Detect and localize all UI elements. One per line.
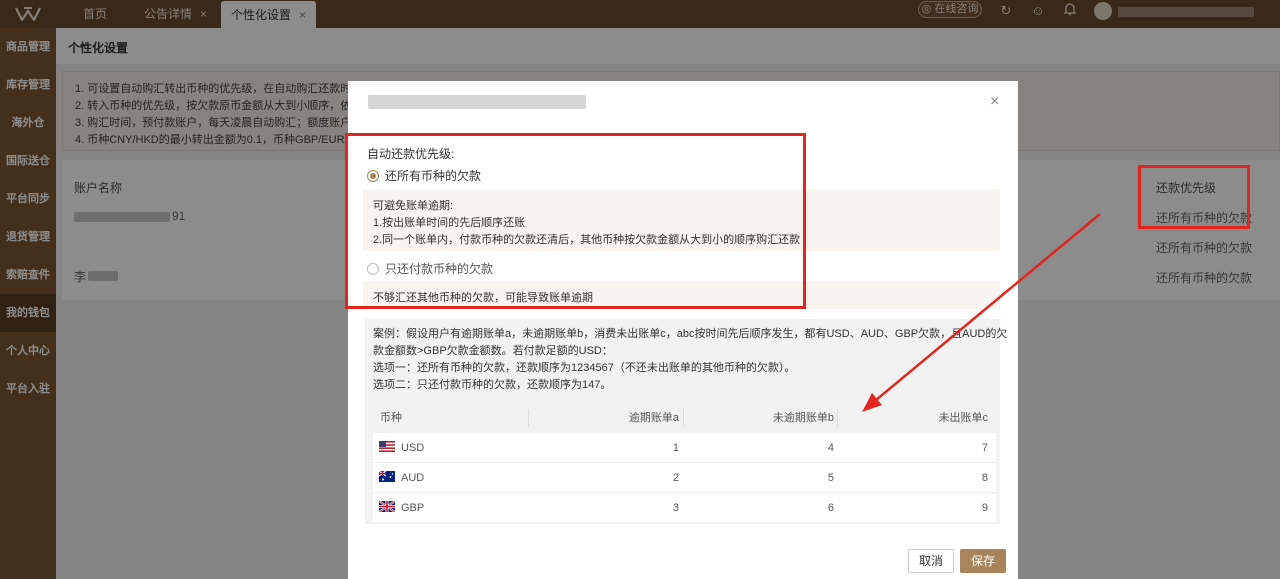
annotation-box-options — [345, 133, 806, 309]
save-button[interactable]: 保存 — [960, 549, 1006, 573]
value-cell: 8 — [981, 472, 988, 484]
annotation-box-priority — [1138, 165, 1250, 229]
currency-cell: GBP — [401, 502, 425, 514]
value-cell: 4 — [827, 442, 834, 454]
column-header-overdue-a: 逾期账单a — [628, 412, 679, 424]
gb-flag-icon — [379, 501, 395, 512]
example-line: 款金额数>GBP欠款金额数。若付款足额的USD： — [373, 345, 613, 357]
value-cell: 6 — [827, 502, 834, 514]
table-header-row: 币种 逾期账单a 未逾期账单b 未出账单c — [373, 403, 996, 433]
value-cell: 2 — [672, 472, 679, 484]
value-cell: 3 — [672, 502, 679, 514]
us-flag-icon — [379, 441, 395, 452]
close-icon[interactable]: × — [990, 93, 999, 111]
currency-cell: USD — [401, 442, 425, 454]
table-row: USD 1 4 7 — [373, 433, 996, 463]
table-row: GBP 3 6 9 — [373, 493, 996, 523]
value-cell: 1 — [672, 442, 679, 454]
example-line: 案例：假设用户有逾期账单a，未逾期账单b，消费未出账单c，abc按时间先后顺序发… — [373, 328, 1008, 340]
column-header-not-overdue-b: 未逾期账单b — [772, 412, 834, 424]
currency-cell: AUD — [401, 472, 425, 484]
column-header-currency: 币种 — [380, 412, 402, 424]
value-cell: 9 — [981, 502, 988, 514]
value-cell: 5 — [827, 472, 834, 484]
table-row: AUD 2 5 8 — [373, 463, 996, 493]
au-flag-icon — [379, 471, 395, 482]
priority-settings-dialog: × 自动还款优先级: 还所有币种的欠款 可避免账单逾期: 1.按出账单时间的先后… — [345, 81, 1018, 579]
cancel-button[interactable]: 取消 — [908, 549, 954, 573]
value-cell: 7 — [981, 442, 988, 454]
column-header-unbilled-c: 未出账单c — [938, 412, 989, 424]
example-line: 选项二：只还付款币种的欠款，还款顺序为147。 — [373, 379, 612, 391]
example-line: 选项一：还所有币种的欠款，还款顺序为1234567（不还未出账单的其他币种的欠款… — [373, 362, 796, 374]
dialog-title-redacted — [368, 95, 586, 109]
